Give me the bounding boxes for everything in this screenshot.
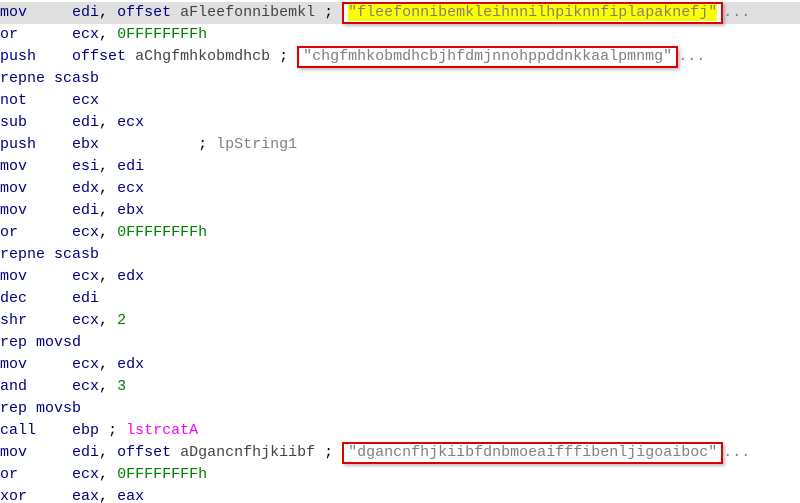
mnemonic: shr bbox=[0, 312, 27, 329]
mnemonic: mov bbox=[0, 4, 27, 21]
mnemonic: rep movsd bbox=[0, 334, 81, 351]
asm-line[interactable]: mov edi, offset aFleefonnibemkl ; "fleef… bbox=[0, 2, 800, 24]
asm-line[interactable]: or ecx, 0FFFFFFFFh bbox=[0, 464, 800, 486]
mnemonic: call bbox=[0, 422, 36, 439]
asm-line[interactable]: push offset aChgfmhkobmdhcb ; "chgfmhkob… bbox=[0, 46, 800, 68]
string-annotation-box: "dgancnfhjkiibfdnbmoeaifffibenljigoaiboc… bbox=[342, 442, 723, 464]
asm-line[interactable]: mov ecx, edx bbox=[0, 354, 800, 376]
asm-line[interactable]: or ecx, 0FFFFFFFFh bbox=[0, 24, 800, 46]
asm-line[interactable]: mov edx, ecx bbox=[0, 178, 800, 200]
string-annotation-box: "chgfmhkobmdhcbjhfdmjnnohppddnkkaalpmnmg… bbox=[297, 46, 678, 68]
asm-line[interactable]: sub edi, ecx bbox=[0, 112, 800, 134]
mnemonic: mov bbox=[0, 268, 27, 285]
disassembly-listing: mov edi, offset aFleefonnibemkl ; "fleef… bbox=[0, 0, 800, 503]
mnemonic: and bbox=[0, 378, 27, 395]
asm-line[interactable]: rep movsd bbox=[0, 332, 800, 354]
asm-line[interactable]: and ecx, 3 bbox=[0, 376, 800, 398]
asm-line[interactable]: dec edi bbox=[0, 288, 800, 310]
mnemonic: repne scasb bbox=[0, 70, 99, 87]
asm-line[interactable]: not ecx bbox=[0, 90, 800, 112]
mnemonic: or bbox=[0, 224, 18, 241]
asm-line[interactable]: rep movsb bbox=[0, 398, 800, 420]
asm-line[interactable]: push ebx ; lpString1 bbox=[0, 134, 800, 156]
mnemonic: mov bbox=[0, 356, 27, 373]
asm-line[interactable]: repne scasb bbox=[0, 68, 800, 90]
mnemonic: mov bbox=[0, 180, 27, 197]
mnemonic: push bbox=[0, 48, 36, 65]
asm-line[interactable]: mov edi, ebx bbox=[0, 200, 800, 222]
mnemonic: or bbox=[0, 466, 18, 483]
string-annotation-box: "fleefonnibemkleihnnilhpiknnfiplapaknefj… bbox=[342, 2, 723, 24]
asm-line[interactable]: shr ecx, 2 bbox=[0, 310, 800, 332]
mnemonic: xor bbox=[0, 488, 27, 503]
asm-line[interactable]: xor eax, eax bbox=[0, 486, 800, 503]
mnemonic: dec bbox=[0, 290, 27, 307]
asm-line[interactable]: mov ecx, edx bbox=[0, 266, 800, 288]
string-literal: "dgancnfhjkiibfdnbmoeaifffibenljigoaiboc… bbox=[348, 444, 717, 461]
string-literal: "chgfmhkobmdhcbjhfdmjnnohppddnkkaalpmnmg… bbox=[303, 48, 672, 65]
mnemonic: mov bbox=[0, 158, 27, 175]
called-function: lstrcatA bbox=[126, 422, 198, 439]
asm-line[interactable]: mov esi, edi bbox=[0, 156, 800, 178]
asm-line[interactable]: mov edi, offset aDgancnfhjkiibf ; "dganc… bbox=[0, 442, 800, 464]
comment: lpString1 bbox=[216, 136, 297, 153]
string-literal: "fleefonnibemkleihnnilhpiknnfiplapaknefj… bbox=[348, 4, 717, 21]
mnemonic: mov bbox=[0, 202, 27, 219]
asm-line[interactable]: call ebp ; lstrcatA bbox=[0, 420, 800, 442]
mnemonic: or bbox=[0, 26, 18, 43]
mnemonic: mov bbox=[0, 444, 27, 461]
asm-line[interactable]: or ecx, 0FFFFFFFFh bbox=[0, 222, 800, 244]
mnemonic: not bbox=[0, 92, 27, 109]
mnemonic: push bbox=[0, 136, 36, 153]
mnemonic: sub bbox=[0, 114, 27, 131]
mnemonic: repne scasb bbox=[0, 246, 99, 263]
mnemonic: rep movsb bbox=[0, 400, 81, 417]
asm-line[interactable]: repne scasb bbox=[0, 244, 800, 266]
